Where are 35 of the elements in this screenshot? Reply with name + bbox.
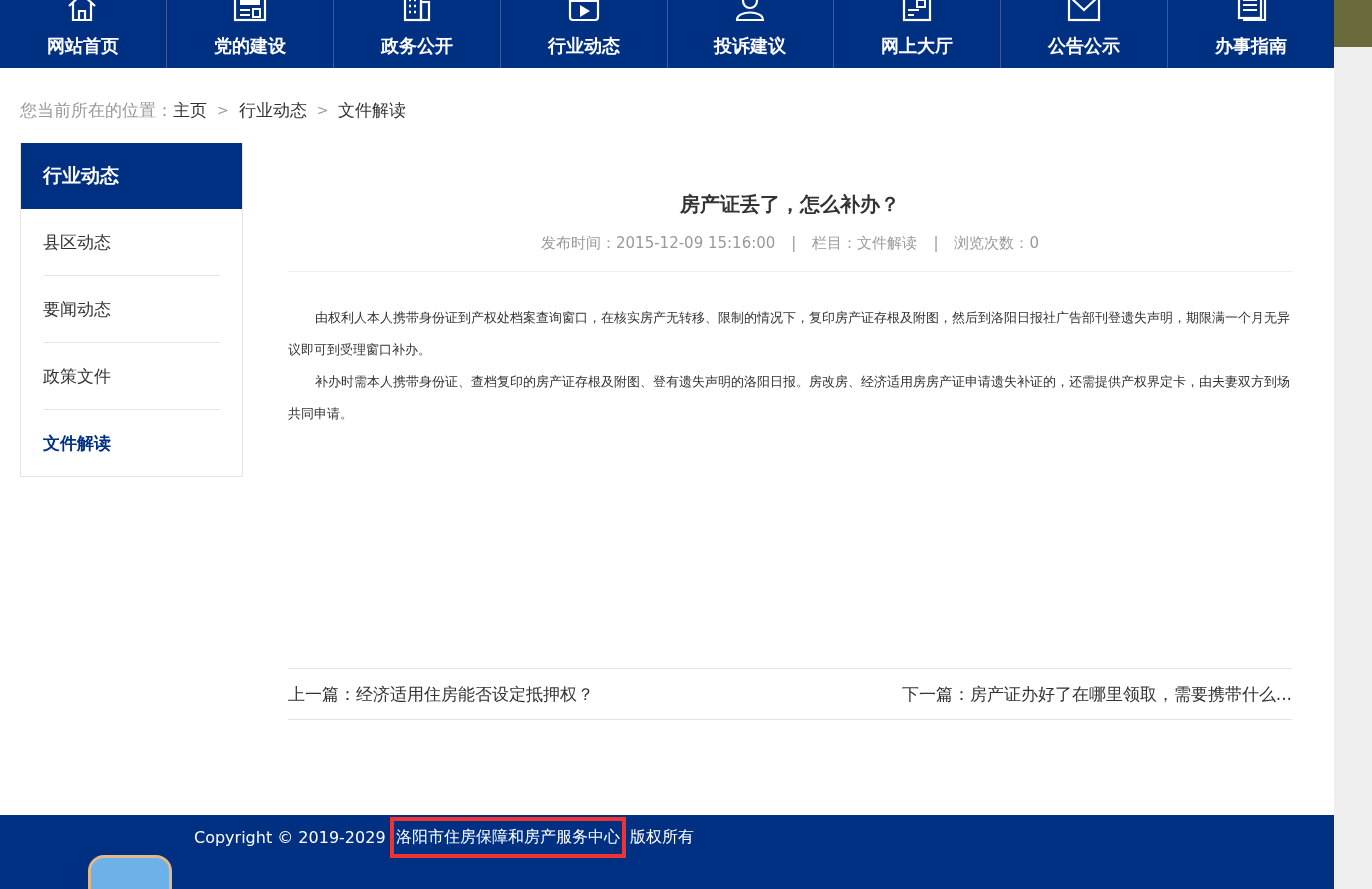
sidebar-title: 行业动态	[21, 143, 242, 209]
rights-text: 版权所有	[629, 826, 694, 848]
photo-placeholder	[1334, 0, 1372, 47]
article-meta: 发布时间：2015-12-09 15:16:00	[541, 234, 776, 253]
nav-item[interactable]: 行业动态	[500, 0, 668, 68]
article-title: 房产证丢了，怎么补办？	[679, 191, 901, 218]
breadcrumb-link[interactable]: 行业动态	[238, 98, 307, 122]
article-paragraph: 由权利人本人携带身份证到产权处档案查询窗口，在核实房产无转移、限制的情况下，复印房产证存根及附图，然后到洛阳日报社广告部刊登遗失声明，期限满一个月无异议即可到受理窗口补办。	[288, 309, 1291, 359]
article-paragraph: 补办时需本人携带身份证、查档复印的房产证存根及附图、登有遗失声明的洛阳日报。房改房、经济适用房房产证申请遗失补证的，还需提供产权界定卡，由夫妻双方到场共同申请。	[288, 373, 1291, 423]
article-meta: 浏览次数：0	[954, 234, 1039, 253]
newspaper-icon	[231, 0, 268, 24]
nav-item[interactable]: 网上大厅	[834, 0, 1002, 68]
sidebar-item[interactable]: 县区动态	[43, 209, 220, 276]
envelope-icon	[1066, 0, 1103, 24]
article-meta: 栏目：文件解读	[812, 234, 918, 253]
nav-item[interactable]: 政务公开	[333, 0, 501, 68]
next-article-link[interactable]: 下一篇：房产证办好了在哪里领取，需要携带什么...	[901, 682, 1292, 706]
nav-item[interactable]: 投诉建议	[667, 0, 835, 68]
organization-name: 洛阳市住房保障和房产服务中心	[389, 816, 626, 858]
nav-item[interactable]: 公告公示	[1001, 0, 1169, 68]
sidebar-item[interactable]: 文件解读	[43, 410, 220, 476]
breadcrumb-link[interactable]: 主页	[173, 98, 207, 122]
nav-item[interactable]: 党的建设	[166, 0, 334, 68]
breadcrumb-link[interactable]: 文件解读	[338, 98, 407, 122]
meta-separator: |	[791, 234, 797, 253]
nav-item[interactable]: 办事指南	[1168, 0, 1334, 68]
nav-item[interactable]: 网站首页	[0, 0, 167, 68]
breadcrumb-label: 您当前所在的位置：	[20, 98, 173, 122]
copyright-text: Copyright © 2019-2029	[194, 827, 386, 847]
breadcrumb-separator: >	[316, 102, 329, 118]
previous-article-link[interactable]: 上一篇：经济适用住房能否设定抵押权？	[288, 682, 594, 706]
sidebar-item[interactable]: 要闻动态	[43, 276, 220, 343]
meta-separator: |	[933, 234, 939, 253]
sidebar-item[interactable]: 政策文件	[43, 343, 220, 410]
breadcrumb-separator: >	[217, 102, 229, 118]
